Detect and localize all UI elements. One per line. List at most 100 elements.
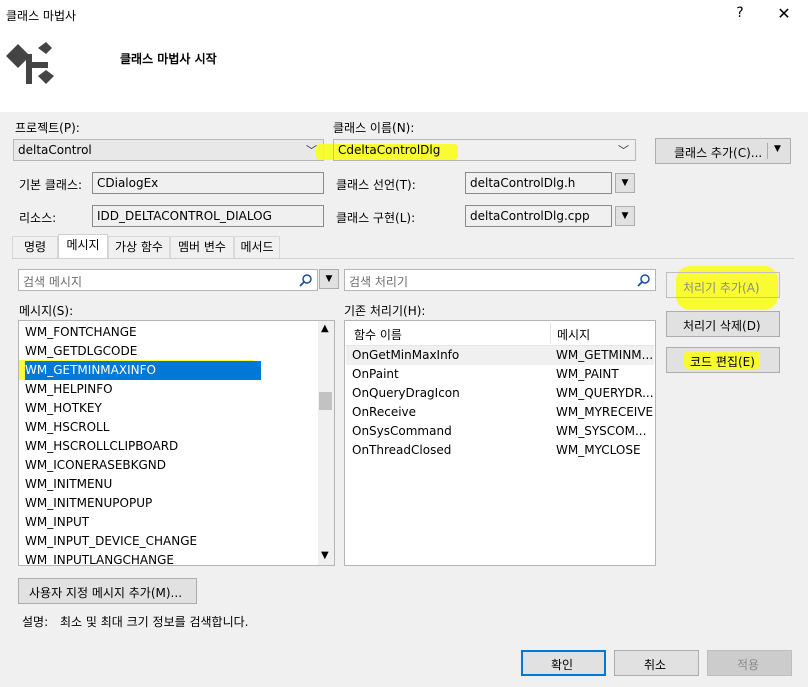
scroll-up-icon[interactable]: ▲ (321, 323, 329, 334)
resource-field: IDD_DELTACONTROL_DIALOG (92, 205, 324, 227)
handler-message: WM_PAINT (556, 367, 619, 381)
description-label: 설명: (22, 615, 49, 629)
project-label: 프로젝트(P): (15, 121, 80, 135)
handler-function: OnSysCommand (352, 424, 452, 438)
add-handler-label: 처리기 추가(A) (683, 281, 760, 295)
cancel-button[interactable]: 취소 (614, 650, 699, 676)
delete-handler-button[interactable]: 처리기 삭제(D) (666, 311, 780, 337)
add-custom-message-button[interactable]: 사용자 지정 메시지 추가(M)... (18, 578, 197, 604)
help-button[interactable]: ? (730, 5, 750, 25)
add-handler-button[interactable]: 처리기 추가(A) (666, 272, 780, 298)
handler-function: OnPaint (352, 367, 399, 381)
list-item-selected[interactable]: WM_GETMINMAXINFO (25, 361, 261, 380)
handler-function: OnQueryDragIcon (352, 386, 460, 400)
list-item[interactable]: WM_INPUT (25, 513, 89, 532)
handlers-list[interactable]: 함수 이름 메시지 OnGetMinMaxInfo WM_GETMINM... … (344, 320, 656, 566)
list-item[interactable]: WM_FONTCHANGE (25, 323, 137, 342)
window-title: 클래스 마법사 (6, 9, 77, 23)
handler-message: WM_QUERYDR... (556, 386, 654, 400)
handler-function: OnReceive (352, 405, 417, 419)
table-row[interactable]: OnQueryDragIcon WM_QUERYDR... (346, 384, 654, 403)
table-row[interactable]: OnPaint WM_PAINT (346, 365, 654, 384)
project-combo[interactable]: deltaControl ﹀ (13, 139, 324, 161)
table-row[interactable]: OnReceive WM_MYRECEIVE (346, 403, 654, 422)
handler-search-input[interactable]: 검색 처리기 (344, 269, 656, 291)
tab-messages[interactable]: 메시지 (58, 234, 108, 258)
resource-value: IDD_DELTACONTROL_DIALOG (97, 209, 272, 223)
table-row[interactable]: OnSysCommand WM_SYSCOM... (346, 422, 654, 441)
ok-button[interactable]: 확인 (521, 650, 606, 676)
apply-button[interactable]: 적용 (707, 650, 792, 676)
tab-commands[interactable]: 명령 (12, 236, 58, 258)
tab-member-variables[interactable]: 멤버 변수 (170, 236, 234, 258)
list-item[interactable]: WM_HSCROLLCLIPBOARD (25, 437, 178, 456)
add-class-label: 클래스 추가(C)... (674, 146, 763, 160)
class-decl-value: deltaControlDlg.h (470, 176, 576, 190)
messages-list[interactable]: WM_FONTCHANGE WM_GETDLGCODE WM_GETMINMAX… (18, 320, 335, 566)
list-item[interactable]: WM_INITMENUPOPUP (25, 494, 152, 513)
scroll-down-icon[interactable]: ▼ (321, 550, 329, 561)
cancel-label: 취소 (644, 658, 667, 672)
column-divider[interactable] (550, 323, 551, 343)
edit-code-label: 코드 편집(E) (690, 355, 755, 369)
handlers-header: 함수 이름 메시지 (345, 321, 655, 346)
split-divider (767, 143, 768, 159)
class-impl-label: 클래스 구현(L): (336, 211, 416, 225)
handler-function: OnGetMinMaxInfo (352, 348, 460, 362)
messages-scrollbar[interactable]: ▲ ▼ (318, 321, 334, 565)
class-name-value: CdeltaControlDlg (338, 143, 441, 157)
class-decl-field[interactable]: deltaControlDlg.h (465, 172, 612, 194)
tab-virtual-functions[interactable]: 가상 함수 (108, 236, 170, 258)
handler-message: WM_MYRECEIVE (556, 405, 654, 419)
class-impl-field[interactable]: deltaControlDlg.cpp (465, 205, 612, 227)
class-decl-dropdown[interactable]: ▼ (615, 173, 635, 193)
class-impl-value: deltaControlDlg.cpp (470, 209, 590, 223)
description-text: 최소 및 최대 크기 정보를 검색합니다. (60, 615, 249, 629)
handler-message: WM_MYCLOSE (556, 443, 641, 457)
list-item[interactable]: WM_INITMENU (25, 475, 112, 494)
class-impl-dropdown[interactable]: ▼ (615, 206, 635, 226)
handlers-label: 기존 처리기(H): (344, 304, 426, 318)
list-item[interactable]: WM_GETDLGCODE (25, 342, 137, 361)
messages-label: 메시지(S): (19, 304, 74, 318)
handler-function: OnThreadClosed (352, 443, 452, 457)
close-button[interactable]: ✕ (772, 4, 796, 26)
list-item[interactable]: WM_HELPINFO (25, 380, 113, 399)
title-bar: 클래스 마법사 ? ✕ (0, 0, 808, 30)
message-search-input[interactable]: 검색 메시지 (18, 269, 318, 291)
message-search-placeholder: 검색 메시지 (23, 275, 83, 289)
search-icon[interactable] (299, 273, 313, 287)
handler-search-placeholder: 검색 처리기 (349, 275, 409, 289)
search-icon[interactable] (637, 273, 651, 287)
table-row-selected[interactable]: OnGetMinMaxInfo WM_GETMINM... (346, 346, 654, 365)
class-name-label: 클래스 이름(N): (333, 121, 415, 135)
scrollbar-thumb[interactable] (319, 392, 332, 410)
chevron-down-icon: ▼ (621, 178, 629, 188)
delete-handler-label: 처리기 삭제(D) (683, 319, 761, 333)
column-function-name[interactable]: 함수 이름 (354, 326, 402, 343)
ok-label: 확인 (551, 658, 574, 672)
tab-strip-line (12, 258, 794, 259)
list-item[interactable]: WM_INPUTLANGCHANGE (25, 551, 174, 565)
handler-message: WM_SYSCOM... (556, 424, 647, 438)
handler-message: WM_GETMINM... (556, 348, 654, 362)
base-class-field: CDialogEx (92, 172, 324, 194)
tab-methods[interactable]: 메서드 (234, 236, 280, 258)
list-item[interactable]: WM_INPUT_DEVICE_CHANGE (25, 532, 197, 551)
header-title: 클래스 마법사 시작 (120, 52, 217, 66)
list-item[interactable]: WM_HSCROLL (25, 418, 109, 437)
table-row[interactable]: OnThreadClosed WM_MYCLOSE (346, 441, 654, 460)
class-name-combo[interactable]: CdeltaControlDlg ﹀ (333, 139, 636, 161)
chevron-down-icon: ﹀ (618, 144, 629, 157)
add-class-button[interactable]: 클래스 추가(C)... ▼ (655, 138, 791, 164)
column-message[interactable]: 메시지 (557, 326, 590, 343)
chevron-down-icon[interactable]: ▼ (774, 144, 781, 154)
message-filter-dropdown[interactable]: ▼ (319, 269, 339, 289)
resource-label: 리소스: (19, 211, 57, 225)
list-item[interactable]: WM_ICONERASEBKGND (25, 456, 166, 475)
add-custom-message-label: 사용자 지정 메시지 추가(M)... (29, 586, 183, 600)
wizard-header: 클래스 마법사 시작 (0, 30, 808, 112)
base-class-label: 기본 클래스: (19, 178, 83, 192)
list-item[interactable]: WM_HOTKEY (25, 399, 102, 418)
chevron-down-icon: ▼ (621, 211, 629, 221)
